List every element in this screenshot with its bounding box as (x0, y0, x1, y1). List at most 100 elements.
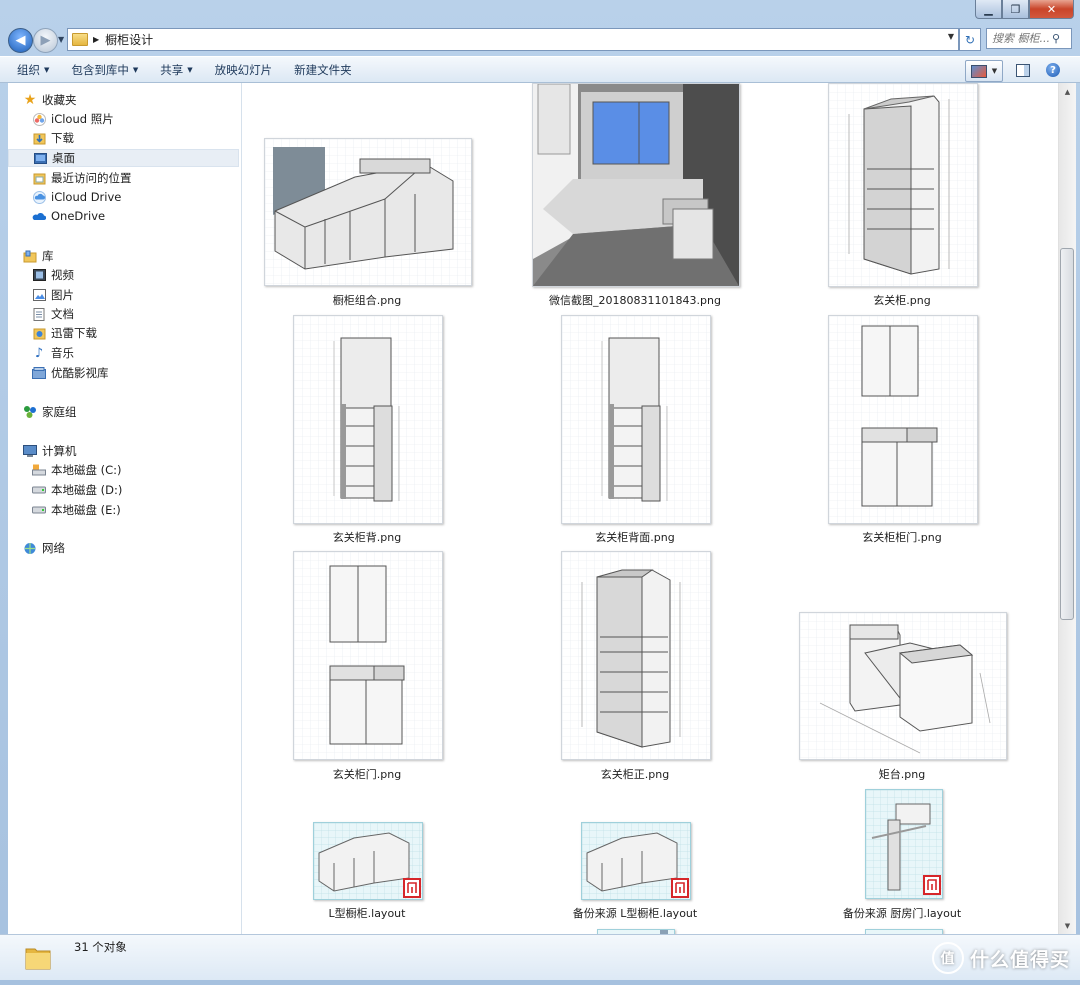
documents-library-icon (32, 307, 46, 321)
file-name[interactable]: 玄关柜正.png (525, 766, 745, 782)
nav-drive-e-label: 本地磁盘 (E:) (51, 503, 121, 517)
file-thumbnail[interactable] (264, 138, 472, 286)
organize-label: 组织 (17, 62, 40, 77)
navigation-pane: ★ 收藏夹 iCloud 照片 下载 桌面 最近访问的位置 iCloud Driv… (8, 83, 242, 934)
file-name[interactable]: 矩台.png (792, 766, 1012, 782)
nav-downloads[interactable]: 下载 (8, 129, 263, 147)
pictures-library-icon (32, 289, 46, 302)
file-name[interactable]: L型橱柜.layout (257, 905, 477, 921)
slideshow-label: 放映幻灯片 (214, 62, 273, 77)
icloud-drive-icon (32, 190, 46, 204)
file-name[interactable]: 备份来源 L型橱柜.layout (525, 905, 745, 921)
address-bar[interactable]: ▶ 橱柜设计 ▼ (67, 28, 959, 51)
nav-drive-c[interactable]: 本地磁盘 (C:) (8, 461, 263, 479)
file-name[interactable]: 备份来源 厨房门.layout (792, 905, 1012, 921)
nav-music-label: 音乐 (51, 346, 74, 360)
new-folder-label: 新建文件夹 (294, 62, 352, 77)
search-icon[interactable]: ⚲ (1052, 32, 1060, 45)
nav-drive-d[interactable]: 本地磁盘 (D:) (8, 481, 263, 499)
file-name[interactable]: 玄关柜柜门.png (792, 529, 1012, 545)
share-label: 共享 (160, 62, 184, 77)
change-view-button[interactable]: ▼ (965, 60, 1003, 82)
nav-network[interactable]: 网络 (8, 539, 254, 557)
libraries-icon (23, 250, 37, 263)
xunlei-download-icon (32, 327, 46, 340)
help-button[interactable]: ? (1044, 60, 1062, 80)
nav-icloud-photos-label: iCloud 照片 (51, 112, 114, 126)
nav-xunlei-downloads[interactable]: 迅雷下载 (8, 324, 263, 342)
file-name[interactable]: 橱柜组合.png (257, 292, 477, 308)
organize-menu[interactable]: 组织 ▼ (12, 59, 54, 80)
nav-xunlei-downloads-label: 迅雷下载 (51, 326, 97, 340)
nav-onedrive[interactable]: OneDrive (8, 207, 263, 225)
watermark-logo: 值什么值得买 (931, 942, 1070, 974)
nav-youku-library-label: 优酷影视库 (51, 366, 109, 380)
nav-icloud-photos[interactable]: iCloud 照片 (8, 110, 263, 128)
file-name[interactable]: 玄关柜背.png (257, 529, 477, 545)
breadcrumb-arrow-icon[interactable]: ▶ (93, 35, 99, 44)
nav-computer-label: 计算机 (42, 444, 77, 458)
scrollbar-thumb[interactable] (1060, 248, 1074, 620)
system-drive-icon (32, 464, 46, 477)
forward-button[interactable]: ▶ (33, 28, 58, 53)
folder-icon (72, 33, 88, 46)
nav-computer[interactable]: 计算机 (8, 442, 254, 460)
minimize-button[interactable]: ▁ (975, 0, 1002, 19)
close-button[interactable]: ✕ (1029, 0, 1074, 19)
vertical-scrollbar[interactable]: ▲ ▼ (1058, 83, 1076, 934)
new-folder-button[interactable]: 新建文件夹 (289, 59, 357, 80)
search-input[interactable] (992, 32, 1052, 45)
slideshow-button[interactable]: 放映幻灯片 (210, 59, 278, 80)
nav-onedrive-label: OneDrive (51, 209, 106, 223)
file-thumbnail[interactable] (581, 822, 691, 900)
scroll-down-arrow-icon[interactable]: ▼ (1059, 917, 1076, 934)
refresh-button[interactable]: ↻ (959, 28, 981, 51)
nav-libraries[interactable]: 库 (8, 247, 254, 265)
share-menu[interactable]: 共享 ▼ (155, 59, 197, 80)
file-thumbnail[interactable] (561, 551, 711, 760)
maximize-button[interactable]: ❐ (1002, 0, 1029, 19)
recent-pages-dropdown[interactable]: ▼ (58, 35, 64, 44)
address-history-dropdown[interactable]: ▼ (948, 32, 954, 41)
file-thumbnail[interactable] (865, 789, 943, 899)
file-name[interactable]: 玄关柜门.png (257, 766, 477, 782)
file-thumbnail[interactable] (532, 83, 740, 287)
nav-pictures[interactable]: 图片 (8, 286, 263, 304)
file-name[interactable]: 玄关柜背面.png (525, 529, 745, 545)
nav-recent-places[interactable]: 最近访问的位置 (8, 169, 263, 187)
nav-youku-library[interactable]: 优酷影视库 (8, 364, 263, 382)
file-thumbnail[interactable] (828, 83, 978, 287)
nav-network-label: 网络 (42, 541, 65, 555)
file-thumbnail[interactable] (828, 315, 978, 524)
nav-homegroup-label: 家庭组 (42, 405, 77, 419)
nav-music[interactable]: ♪ 音乐 (8, 344, 263, 362)
video-library-icon (32, 269, 46, 282)
nav-desktop[interactable]: 桌面 (8, 149, 239, 167)
file-thumbnail[interactable] (313, 822, 423, 900)
nav-videos[interactable]: 视频 (8, 266, 263, 284)
computer-icon (23, 444, 37, 458)
file-name[interactable]: 玄关柜.png (792, 292, 1012, 308)
back-button[interactable]: ◀ (8, 28, 33, 53)
nav-homegroup[interactable]: 家庭组 (8, 403, 254, 421)
file-thumbnail[interactable] (293, 315, 443, 524)
address-row: ◀ ▶ ▼ ▶ 橱柜设计 ▼ ↻ ⚲ (0, 26, 1080, 54)
file-thumbnail[interactable] (293, 551, 443, 760)
scroll-up-arrow-icon[interactable]: ▲ (1059, 83, 1076, 100)
file-thumbnail[interactable] (799, 612, 1007, 760)
file-name[interactable]: 微信截图_20180831101843.png (525, 292, 745, 308)
explorer-window: ▁ ❐ ✕ ◀ ▶ ▼ ▶ 橱柜设计 ▼ ↻ ⚲ 组织▼ 包含到库中▼ 共享▼ … (0, 0, 1080, 985)
nav-drive-e[interactable]: 本地磁盘 (E:) (8, 501, 263, 519)
nav-documents[interactable]: 文档 (8, 305, 263, 323)
include-library-menu[interactable]: 包含到库中 ▼ (66, 59, 143, 80)
nav-favorites[interactable]: ★ 收藏夹 (8, 91, 254, 109)
preview-pane-button[interactable] (1014, 60, 1032, 80)
folder-icon (25, 948, 51, 970)
search-box[interactable]: ⚲ (986, 28, 1072, 49)
music-note-icon: ♪ (34, 345, 44, 361)
chevron-down-icon[interactable]: ▼ (992, 67, 997, 75)
nav-icloud-drive[interactable]: iCloud Drive (8, 188, 263, 206)
file-thumbnail[interactable] (561, 315, 711, 524)
downloads-folder-icon (32, 132, 46, 145)
breadcrumb-current-folder[interactable]: 橱柜设计 (105, 31, 153, 48)
